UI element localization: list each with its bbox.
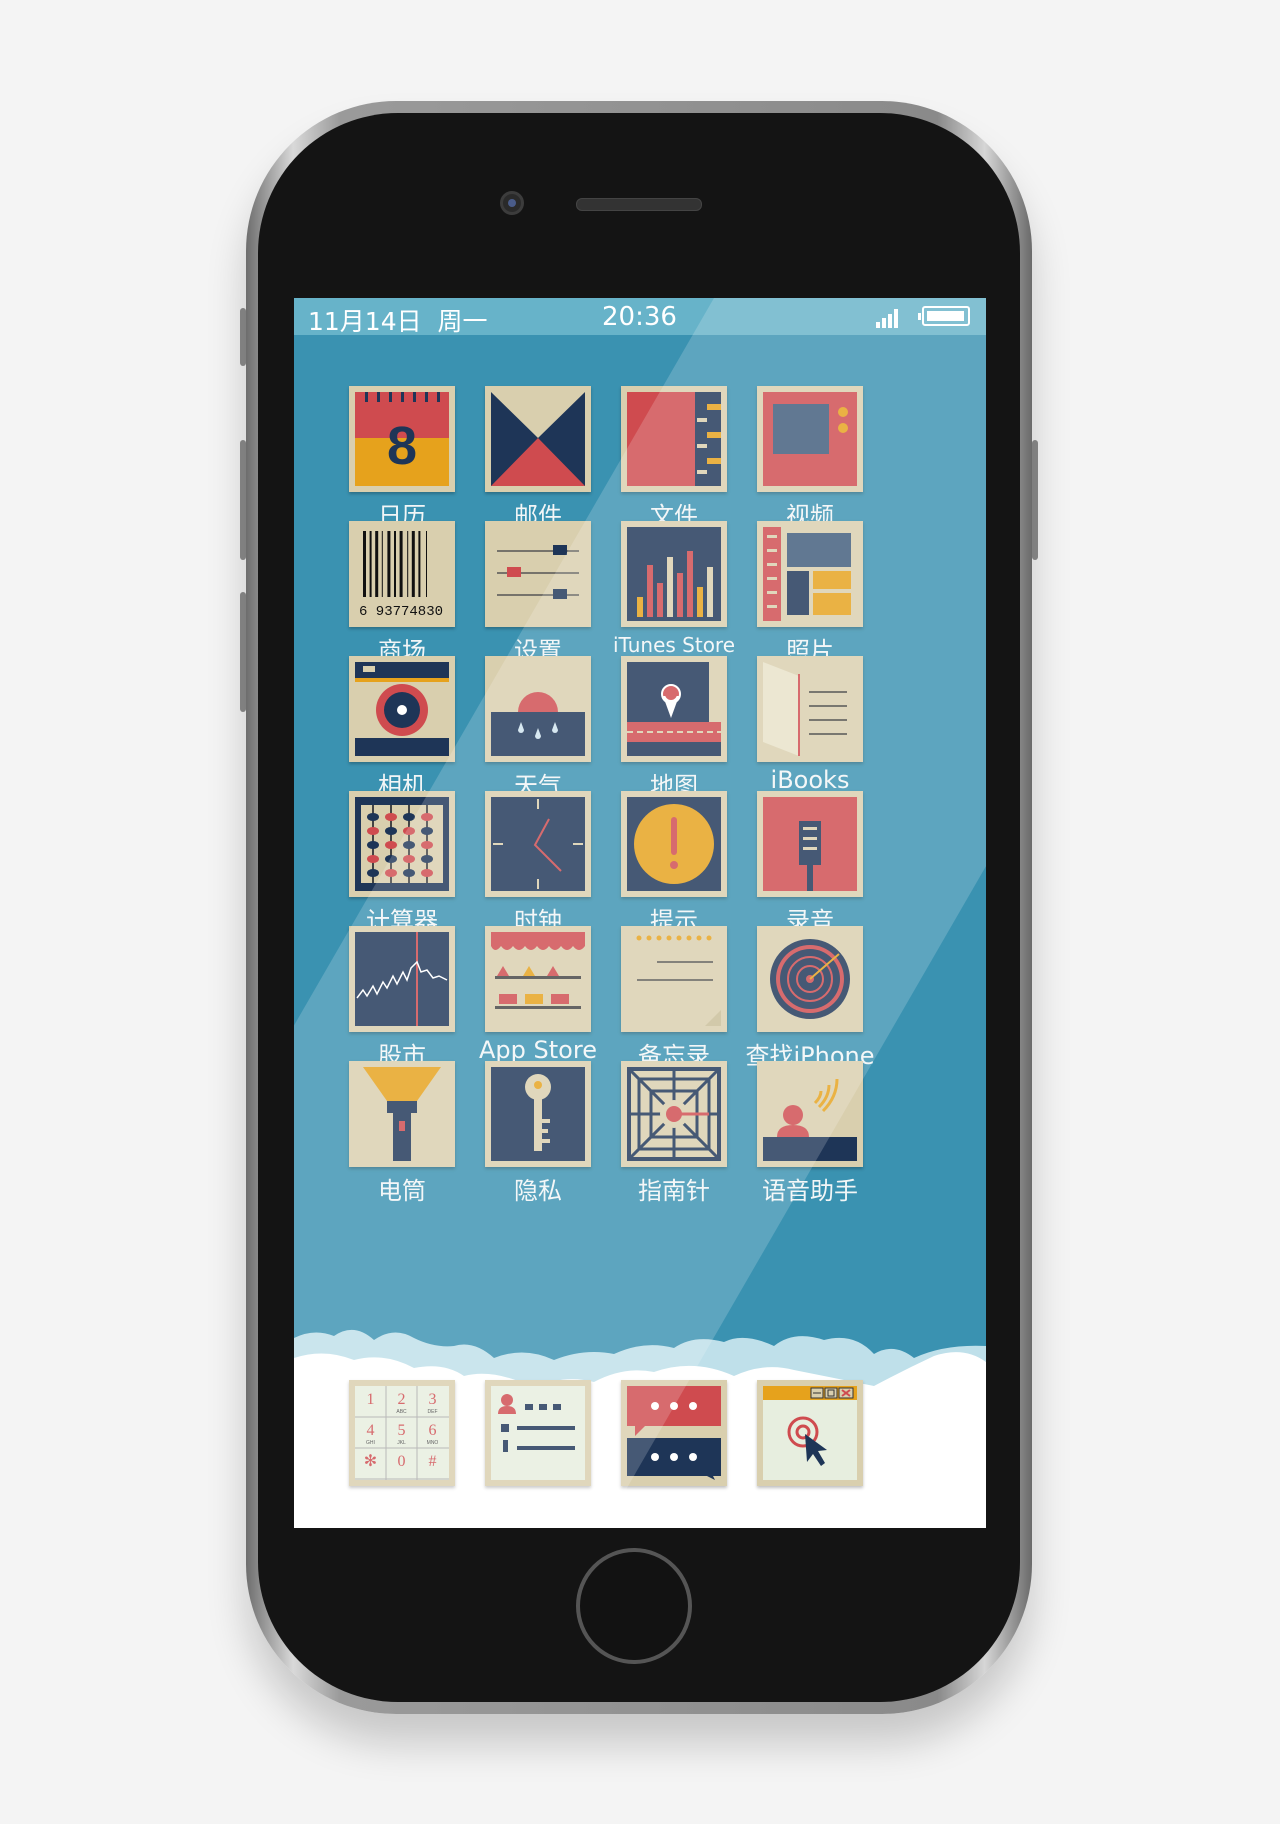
app-label: App Store bbox=[479, 1036, 597, 1064]
app-equalizer-bars[interactable]: iTunes Store bbox=[613, 521, 735, 657]
message-bubbles-icon bbox=[621, 1380, 727, 1486]
svg-text:GHI: GHI bbox=[366, 1440, 375, 1446]
front-camera bbox=[500, 191, 524, 215]
app-exclamation-reminder[interactable]: 提示 bbox=[621, 791, 727, 936]
dock-messages[interactable] bbox=[621, 1380, 727, 1486]
svg-text:8: 8 bbox=[387, 416, 417, 476]
exclamation-reminder-icon bbox=[621, 791, 727, 897]
battery-icon bbox=[918, 306, 970, 326]
map-pin-icon bbox=[621, 656, 727, 762]
app-radar-target[interactable]: 查找iPhone bbox=[745, 926, 875, 1071]
svg-text:0: 0 bbox=[398, 1453, 406, 1470]
folder-file-icon bbox=[621, 386, 727, 492]
stock-chart-icon bbox=[349, 926, 455, 1032]
dial-keypad-icon: 1 2 ABC 3 DEF 4 GHI 5 JKL 6 MNO ✻ 0 # bbox=[349, 1380, 455, 1486]
flashlight-icon bbox=[349, 1061, 455, 1167]
browser-window-cursor-icon bbox=[757, 1380, 863, 1486]
app-barcode[interactable]: 6 93774830 商场 bbox=[349, 521, 455, 666]
app-sliders-settings[interactable]: 设置 bbox=[485, 521, 591, 666]
svg-text:2: 2 bbox=[398, 1391, 406, 1408]
app-photo-album[interactable]: 照片 bbox=[757, 521, 863, 666]
app-abacus[interactable]: 计算器 bbox=[349, 791, 455, 936]
app-storefront-awning[interactable]: App Store bbox=[479, 926, 597, 1064]
app-map-pin[interactable]: 地图 bbox=[621, 656, 727, 801]
app-notepad[interactable]: 备忘录 bbox=[621, 926, 727, 1071]
mail-envelope-icon bbox=[485, 386, 591, 492]
equalizer-bars-icon bbox=[621, 521, 727, 627]
status-date: 11月14日 周一 bbox=[308, 307, 488, 336]
svg-text:4: 4 bbox=[367, 1422, 375, 1439]
earpiece-speaker bbox=[576, 198, 702, 211]
app-label: 语音助手 bbox=[762, 1177, 858, 1205]
app-mail-envelope[interactable]: 邮件 bbox=[485, 386, 591, 531]
svg-text:6: 6 bbox=[429, 1422, 437, 1439]
microphone-recorder-icon bbox=[757, 791, 863, 897]
app-label: 指南针 bbox=[638, 1177, 710, 1205]
svg-text:1: 1 bbox=[367, 1391, 375, 1408]
app-folder-file[interactable]: 文件 bbox=[621, 386, 727, 531]
app-key-lock[interactable]: 隐私 bbox=[485, 1061, 591, 1206]
barcode-icon: 6 93774830 bbox=[349, 521, 455, 627]
app-weather-sun-rain[interactable]: 天气 bbox=[485, 656, 591, 801]
app-stock-chart[interactable]: 股市 bbox=[349, 926, 455, 1071]
svg-text:3: 3 bbox=[429, 1391, 437, 1408]
dock-contacts[interactable] bbox=[485, 1380, 591, 1486]
home-screen: 11月14日 周一 20:36 8 日历 邮件 文件 视频 6 93774830 … bbox=[294, 298, 986, 1528]
abacus-icon bbox=[349, 791, 455, 897]
photo-album-icon bbox=[757, 521, 863, 627]
app-compass[interactable]: 指南针 bbox=[621, 1061, 727, 1206]
sliders-settings-icon bbox=[485, 521, 591, 627]
home-button[interactable] bbox=[576, 1548, 692, 1664]
app-label: 电筒 bbox=[378, 1177, 426, 1205]
svg-text:JKL: JKL bbox=[397, 1440, 406, 1446]
svg-text:5: 5 bbox=[398, 1422, 406, 1439]
status-bar: 11月14日 周一 20:36 bbox=[294, 298, 986, 336]
app-label: iTunes Store bbox=[612, 633, 736, 657]
app-tv-video[interactable]: 视频 bbox=[757, 386, 863, 531]
svg-text:ABC: ABC bbox=[396, 1409, 407, 1415]
app-microphone-recorder[interactable]: 录音 bbox=[757, 791, 863, 936]
voice-assistant-icon bbox=[757, 1061, 863, 1167]
clock-icon bbox=[485, 791, 591, 897]
compass-icon bbox=[621, 1061, 727, 1167]
radar-target-icon bbox=[757, 926, 863, 1032]
app-calendar[interactable]: 8 日历 bbox=[349, 386, 455, 531]
key-lock-icon bbox=[485, 1061, 591, 1167]
app-voice-assistant[interactable]: 语音助手 bbox=[757, 1061, 863, 1206]
app-label: iBooks bbox=[770, 766, 850, 794]
camera-icon bbox=[349, 656, 455, 762]
svg-text:MNO: MNO bbox=[427, 1440, 439, 1446]
storefront-awning-icon bbox=[485, 926, 591, 1032]
tv-video-icon bbox=[757, 386, 863, 492]
app-open-book[interactable]: iBooks bbox=[757, 656, 863, 794]
power-button bbox=[1032, 440, 1038, 560]
notepad-icon bbox=[621, 926, 727, 1032]
svg-text:✻: ✻ bbox=[364, 1453, 377, 1470]
contacts-list-icon bbox=[485, 1380, 591, 1486]
app-label: 隐私 bbox=[514, 1177, 562, 1205]
svg-text:#: # bbox=[429, 1453, 437, 1470]
app-camera[interactable]: 相机 bbox=[349, 656, 455, 801]
svg-text:DEF: DEF bbox=[428, 1409, 438, 1415]
signal-bars-icon bbox=[876, 308, 902, 328]
app-flashlight[interactable]: 电筒 bbox=[349, 1061, 455, 1206]
status-time: 20:36 bbox=[602, 302, 677, 332]
dock-browser[interactable] bbox=[757, 1380, 863, 1486]
open-book-icon bbox=[757, 656, 863, 762]
weather-sun-rain-icon bbox=[485, 656, 591, 762]
calendar-icon: 8 bbox=[349, 386, 455, 492]
svg-text:6 93774830: 6 93774830 bbox=[359, 604, 443, 620]
dock-phone-keypad[interactable]: 1 2 ABC 3 DEF 4 GHI 5 JKL 6 MNO ✻ 0 # bbox=[349, 1380, 455, 1486]
app-clock[interactable]: 时钟 bbox=[485, 791, 591, 936]
